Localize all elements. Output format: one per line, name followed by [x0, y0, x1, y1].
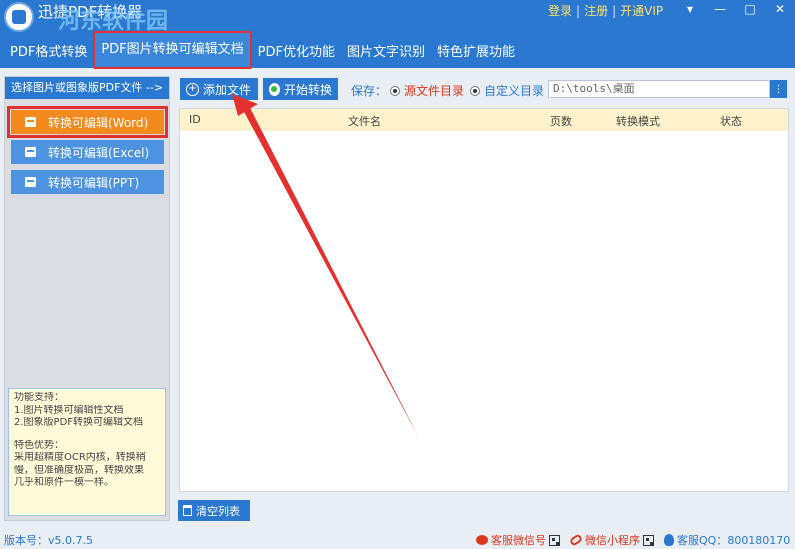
- radio-custom-dir[interactable]: 自定义目录: [470, 82, 544, 99]
- login-link[interactable]: 登录: [548, 2, 572, 19]
- mini-program-label: 微信小程序: [585, 534, 640, 547]
- radio-source-dir[interactable]: 源文件目录: [390, 82, 464, 99]
- qq-service-link[interactable]: 客服QQ：800180170: [664, 532, 790, 548]
- column-header-status: 状态: [720, 115, 742, 128]
- radio-selected-icon: [470, 85, 480, 96]
- close-icon[interactable]: ✕: [765, 0, 795, 18]
- main-menu: PDF格式转换 PDF图片转换可编辑文档 PDF优化功能 图片文字识别 特色扩展…: [0, 31, 795, 69]
- document-icon: [25, 117, 36, 127]
- radio-selected-icon: [390, 85, 400, 96]
- feature-info-box: 功能支持： 1.图片转换可编辑性文档 2.图象版PDF转换可编辑文档 特色优势：…: [8, 388, 166, 516]
- qq-icon: [664, 534, 674, 546]
- convert-excel-button[interactable]: 转换可编辑(Excel): [11, 140, 164, 164]
- link-separator: |: [612, 3, 617, 18]
- info-line: 特色优势：: [14, 439, 64, 451]
- tab-pdf-optimize[interactable]: PDF优化功能: [252, 38, 341, 68]
- status-bar: 版本号：v5.0.7.5 客服微信号 微信小程序 客服QQ：800180170: [0, 528, 795, 549]
- button-label: 转换可编辑(Excel): [48, 145, 150, 160]
- info-line: 几乎和原件一模一样。: [14, 477, 114, 488]
- convert-word-button[interactable]: 转换可编辑(Word): [7, 106, 168, 138]
- info-line: 采用超精度OCR内核，转换稍: [14, 452, 146, 463]
- browse-path-button[interactable]: ⋮: [770, 80, 787, 98]
- column-header-filename: 文件名: [348, 115, 381, 128]
- document-icon: [25, 147, 36, 157]
- register-link[interactable]: 注册: [584, 2, 608, 19]
- file-list-table[interactable]: ID 文件名 页数 转换模式 状态: [179, 108, 789, 492]
- link-separator: |: [576, 3, 581, 18]
- info-line: 1.图片转换可编辑性文档: [14, 404, 124, 416]
- radio-source-label: 源文件目录: [404, 84, 465, 98]
- button-label: 转换可编辑(PPT): [48, 175, 140, 190]
- wechat-service-link[interactable]: 客服微信号: [476, 532, 560, 548]
- menu-dropdown-icon[interactable]: ▾: [675, 0, 705, 18]
- convert-ppt-button[interactable]: 转换可编辑(PPT): [11, 170, 164, 194]
- clear-list-button[interactable]: 清空列表: [178, 500, 250, 521]
- start-dot-icon: [269, 82, 280, 96]
- left-panel-header: 选择图片或图象版PDF文件 -->: [5, 77, 169, 99]
- wechat-icon: [476, 535, 488, 545]
- button-label: 转换可编辑(Word): [48, 115, 149, 130]
- output-path-input[interactable]: D:\tools\桌面: [548, 80, 770, 98]
- window-controls: ▾ — □ ✕: [675, 0, 795, 18]
- document-icon: [25, 177, 36, 187]
- app-logo-icon: [4, 2, 34, 32]
- start-convert-label: 开始转换: [283, 82, 332, 97]
- plus-circle-icon: +: [186, 82, 199, 96]
- qr-code-icon: [643, 534, 654, 546]
- vip-link[interactable]: 开通VIP: [620, 2, 663, 19]
- info-line: 慢，但准确度极高，转换效果: [14, 464, 144, 476]
- tab-pdf-image-to-editable[interactable]: PDF图片转换可编辑文档: [93, 31, 252, 69]
- radio-custom-label: 自定义目录: [484, 84, 545, 98]
- tab-extended-features[interactable]: 特色扩展功能: [431, 38, 521, 68]
- account-links: 登录 | 注册 | 开通VIP: [548, 2, 663, 19]
- save-label: 保存：: [351, 84, 388, 98]
- left-panel: 选择图片或图象版PDF文件 --> 转换可编辑(Word) 转换可编辑(Exce…: [4, 76, 170, 521]
- wechat-service-label: 客服微信号: [491, 534, 546, 547]
- maximize-icon[interactable]: □: [735, 0, 765, 18]
- table-header: ID 文件名 页数 转换模式 状态: [180, 109, 788, 131]
- qq-service-label: 客服QQ：800180170: [677, 534, 791, 547]
- qr-code-icon: [549, 534, 560, 546]
- column-header-mode: 转换模式: [616, 115, 660, 128]
- trash-icon: [183, 505, 192, 516]
- minimize-icon[interactable]: —: [705, 0, 735, 18]
- add-file-button[interactable]: + 添加文件: [180, 78, 258, 100]
- add-file-label: 添加文件: [203, 82, 252, 97]
- tab-image-ocr[interactable]: 图片文字识别: [341, 38, 431, 68]
- info-line: 功能支持：: [14, 392, 64, 403]
- info-line: 2.图象版PDF转换可编辑文档: [14, 417, 144, 428]
- link-icon: [568, 533, 584, 547]
- column-header-id: ID: [189, 113, 201, 126]
- tab-pdf-format-convert[interactable]: PDF格式转换: [0, 38, 93, 68]
- column-header-pages: 页数: [550, 115, 572, 128]
- start-convert-button[interactable]: 开始转换: [263, 78, 338, 100]
- mini-program-link[interactable]: 微信小程序: [568, 532, 654, 548]
- version-label: 版本号：v5.0.7.5: [4, 534, 93, 547]
- clear-list-label: 清空列表: [196, 504, 240, 518]
